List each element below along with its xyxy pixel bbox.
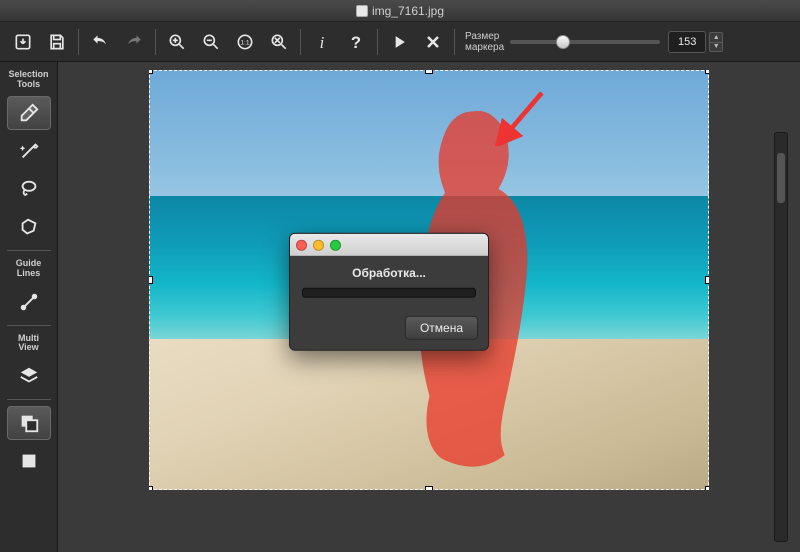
- svg-text:1:1: 1:1: [240, 39, 250, 46]
- lasso-tool[interactable]: [7, 172, 51, 206]
- help-button[interactable]: ?: [339, 27, 373, 57]
- cancel-action-button[interactable]: [416, 27, 450, 57]
- resize-handle-nw[interactable]: [149, 70, 153, 74]
- layers-button[interactable]: [7, 359, 51, 393]
- multi-view-label: Multi View: [18, 334, 39, 354]
- dialog-titlebar[interactable]: [290, 234, 488, 256]
- resize-handle-s[interactable]: [425, 486, 433, 490]
- scrollbar-thumb[interactable]: [777, 153, 785, 203]
- zoom-icon[interactable]: [330, 239, 341, 250]
- compare-view-button[interactable]: [7, 406, 51, 440]
- image-canvas[interactable]: Обработка... Отмена: [149, 70, 709, 490]
- cancel-button[interactable]: Отмена: [405, 316, 478, 340]
- tool-sidebar: Selection Tools Guide Lines Multi View: [0, 62, 58, 552]
- play-button[interactable]: [382, 27, 416, 57]
- marker-size-value[interactable]: 153: [668, 31, 706, 53]
- toolbar-separator: [155, 29, 156, 55]
- toolbar-separator: [454, 29, 455, 55]
- redo-button[interactable]: [117, 27, 151, 57]
- slider-knob[interactable]: [556, 35, 570, 49]
- canvas-area: Обработка... Отмена: [58, 62, 800, 552]
- resize-handle-sw[interactable]: [149, 486, 153, 490]
- marker-size-label: Размер маркера: [465, 31, 504, 53]
- resize-handle-ne[interactable]: [705, 70, 709, 74]
- sidebar-divider: [7, 399, 51, 400]
- window-title: img_7161.jpg: [372, 4, 444, 18]
- guide-lines-label: Guide Lines: [16, 259, 42, 279]
- progress-bar: [302, 288, 476, 298]
- sidebar-divider: [7, 250, 51, 251]
- undo-button[interactable]: [83, 27, 117, 57]
- magic-wand-tool[interactable]: [7, 134, 51, 168]
- vertical-scrollbar[interactable]: [774, 132, 788, 542]
- info-button[interactable]: i: [305, 27, 339, 57]
- window-titlebar: img_7161.jpg: [0, 0, 800, 22]
- zoom-out-button[interactable]: [194, 27, 228, 57]
- download-button[interactable]: [6, 27, 40, 57]
- processing-dialog: Обработка... Отмена: [289, 233, 489, 351]
- zoom-in-button[interactable]: [160, 27, 194, 57]
- dialog-title: Обработка...: [302, 266, 476, 280]
- single-view-button[interactable]: [7, 444, 51, 478]
- toolbar-separator: [78, 29, 79, 55]
- eraser-tool[interactable]: [7, 96, 51, 130]
- resize-handle-w[interactable]: [149, 276, 153, 284]
- resize-handle-se[interactable]: [705, 486, 709, 490]
- marker-size-slider[interactable]: [510, 40, 660, 44]
- close-icon[interactable]: [296, 239, 307, 250]
- minimize-icon[interactable]: [313, 239, 324, 250]
- svg-text:?: ?: [351, 32, 361, 51]
- selection-tools-label: Selection Tools: [8, 70, 48, 90]
- sidebar-divider: [7, 325, 51, 326]
- toolbar-separator: [377, 29, 378, 55]
- svg-text:i: i: [320, 32, 325, 51]
- resize-handle-n[interactable]: [425, 70, 433, 74]
- main-toolbar: 1:1 i ? Размер маркера 153 ▲ ▼: [0, 22, 800, 62]
- zoom-actual-button[interactable]: 1:1: [228, 27, 262, 57]
- stepper-down-icon[interactable]: ▼: [709, 42, 723, 52]
- toolbar-separator: [300, 29, 301, 55]
- line-tool[interactable]: [7, 285, 51, 319]
- stepper-up-icon[interactable]: ▲: [709, 32, 723, 42]
- document-icon: [356, 5, 368, 17]
- photo-sand-layer: [149, 339, 709, 490]
- marker-size-stepper[interactable]: ▲ ▼: [709, 32, 723, 52]
- save-button[interactable]: [40, 27, 74, 57]
- zoom-fit-button[interactable]: [262, 27, 296, 57]
- polygon-lasso-tool[interactable]: [7, 210, 51, 244]
- resize-handle-e[interactable]: [705, 276, 709, 284]
